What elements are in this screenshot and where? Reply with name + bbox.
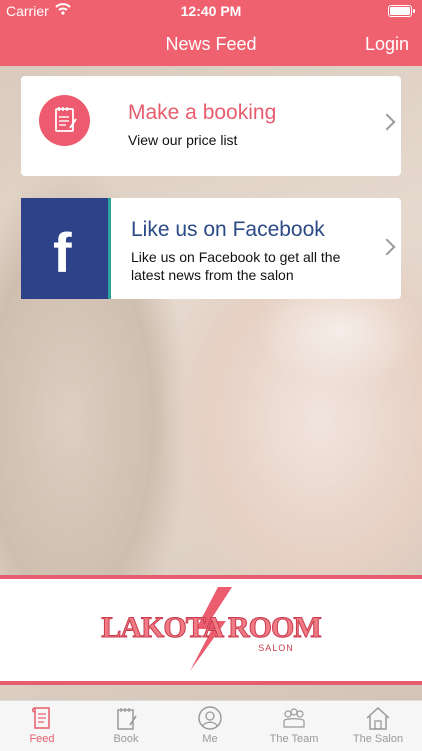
book-icon [117,708,137,730]
svg-text:SALON: SALON [258,643,294,653]
tab-feed[interactable]: Feed [0,705,84,745]
team-icon [283,708,305,728]
facebook-icon: f [21,198,108,299]
facebook-title: Like us on Facebook [131,218,325,241]
status-time: 12:40 PM [180,3,242,19]
tab-label: The Team [269,733,319,745]
tab-me[interactable]: Me [168,705,252,745]
booking-title: Make a booking [128,101,277,124]
salon-icon [366,706,390,730]
chevron-right-icon [378,238,396,256]
tab-the-salon[interactable]: The Salon [336,705,420,745]
me-icon [198,706,222,730]
facebook-card[interactable]: f Like us on Facebook Like us on Faceboo… [21,198,401,299]
tab-the-team[interactable]: The Team [252,705,336,745]
tab-bar: Feed Book Me The Team The Salon [0,700,422,751]
tab-book[interactable]: Book [84,705,168,745]
page-title: News Feed [165,34,257,54]
status-bar: Carrier 12:40 PM [0,0,422,22]
notepad-icon [39,95,90,146]
lakota-room-logo: LAKOTA ROOM SALON [101,587,323,671]
chevron-right-icon [378,113,396,131]
feed-icon [32,707,50,729]
tab-label: The Salon [352,733,404,745]
facebook-subtitle: Like us on Facebook to get all the lates… [131,249,341,283]
salon-logo-banner: LAKOTA ROOM SALON [0,575,422,685]
battery-icon [388,5,415,17]
tab-label: Feed [29,733,55,745]
svg-text:LAKOTA ROOM: LAKOTA ROOM [101,611,321,644]
login-button[interactable]: Login [365,34,409,55]
make-booking-card[interactable]: Make a booking View our price list [21,76,401,176]
booking-subtitle: View our price list [128,132,238,148]
facebook-accent-strip [108,198,111,299]
tab-label: Me [202,733,218,745]
tab-label: Book [113,733,139,745]
navigation-bar: News Feed Login [0,22,422,66]
